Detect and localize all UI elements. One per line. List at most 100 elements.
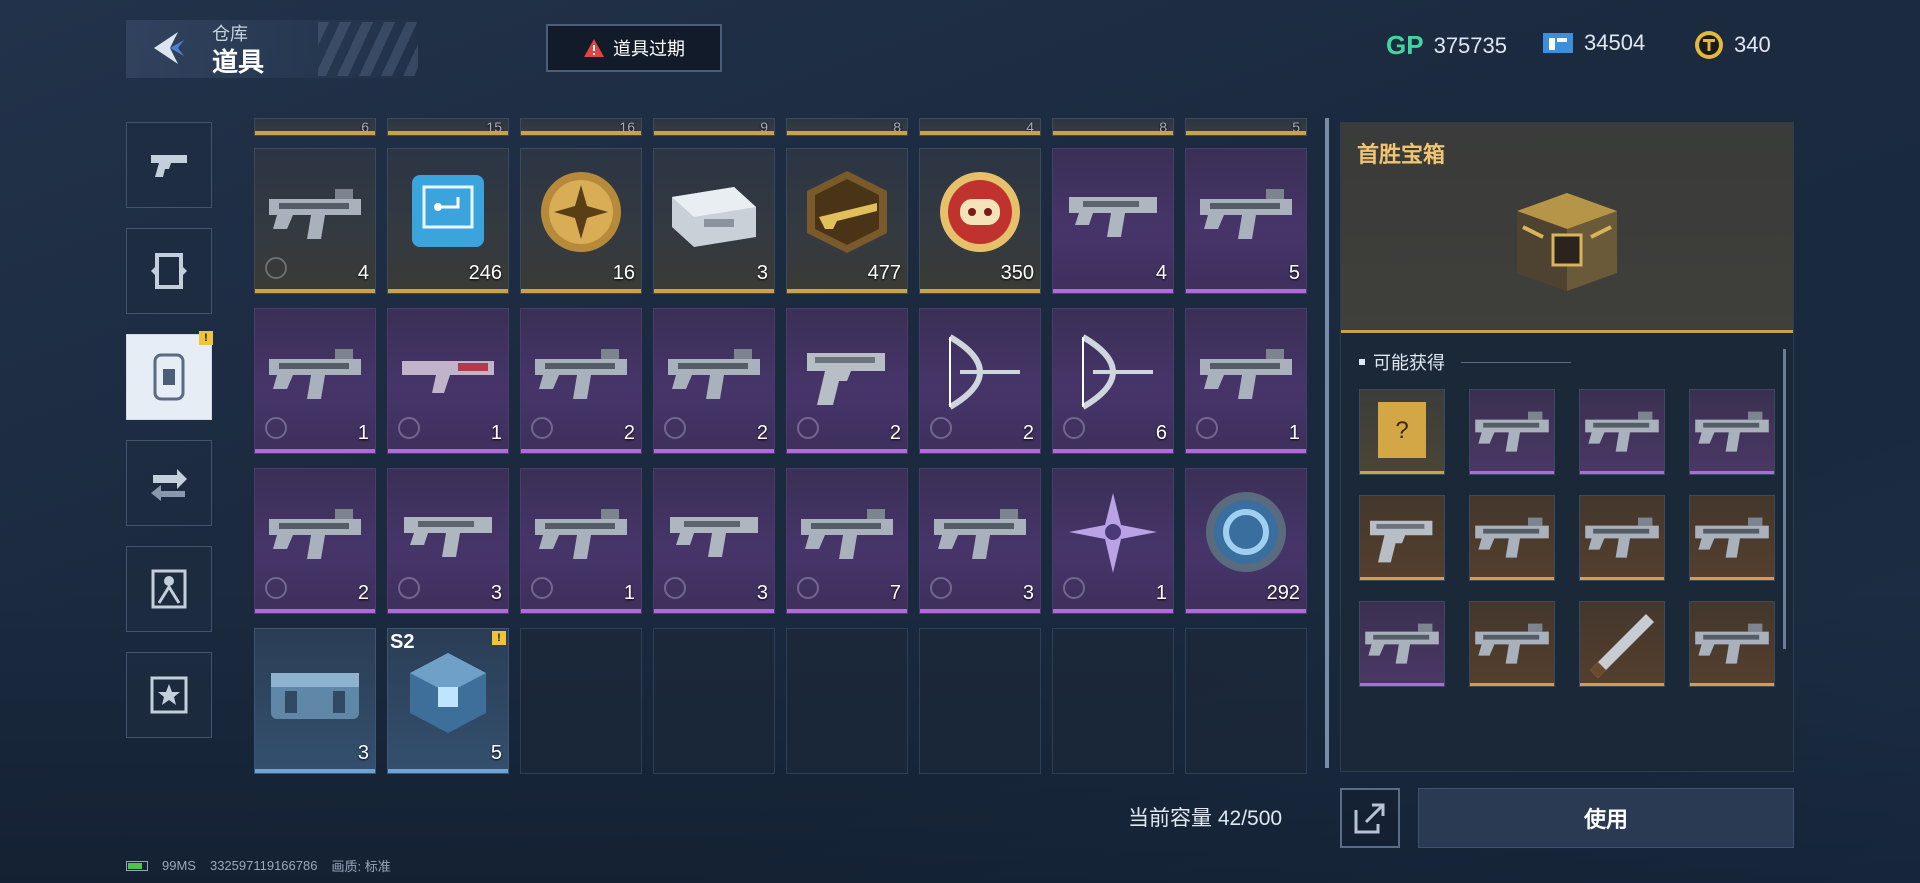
inventory-slot[interactable]: 3 <box>254 628 376 774</box>
inventory-slot[interactable]: 1 <box>520 468 642 614</box>
inventory-slot[interactable]: 2 <box>254 468 376 614</box>
shotgun-icon <box>398 327 498 417</box>
inventory-slot[interactable]: 2 <box>919 308 1041 454</box>
reward-item[interactable] <box>1469 601 1555 687</box>
nav-characters[interactable] <box>126 546 212 632</box>
back-button[interactable] <box>148 28 188 68</box>
reward-item[interactable] <box>1689 601 1775 687</box>
item-quantity: 2 <box>623 422 635 444</box>
inventory-slot[interactable]: 16 <box>520 118 642 136</box>
inventory-slot[interactable]: 350 <box>919 148 1041 294</box>
item-quantity: 5 <box>1288 262 1300 284</box>
inventory-slot[interactable]: 2 <box>786 308 908 454</box>
item-quantity: 6 <box>1155 422 1167 444</box>
status-bar: 99MS 332597119166786 画质: 标准 <box>126 856 391 875</box>
nav-favorites[interactable] <box>126 652 212 738</box>
nav-items[interactable]: ! <box>126 331 213 420</box>
reward-item[interactable] <box>1689 495 1775 581</box>
clock-icon <box>797 577 819 599</box>
inventory-slot[interactable]: 3 <box>919 468 1041 614</box>
shuriken-icon <box>1063 487 1163 577</box>
clock-icon <box>265 577 287 599</box>
inventory-slot[interactable]: 4 <box>919 118 1041 136</box>
blue-token-icon <box>1196 487 1296 577</box>
supply-crate-icon <box>265 647 365 737</box>
inventory-slot[interactable]: 5 <box>1185 118 1307 136</box>
expired-items-button[interactable]: 道具过期 <box>546 24 722 72</box>
reward-item[interactable] <box>1579 389 1665 475</box>
inventory-slot[interactable]: 9 <box>653 118 775 136</box>
possible-rewards-heading: 可能获得 <box>1359 349 1571 375</box>
nav-weapons[interactable] <box>126 122 212 208</box>
reward-item[interactable]: ? <box>1359 389 1445 475</box>
inventory-slot[interactable]: 8 <box>786 118 908 136</box>
inventory-slot[interactable]: 6 <box>254 118 376 136</box>
rifle-icon <box>1582 394 1662 470</box>
reward-item[interactable] <box>1359 601 1445 687</box>
coin-icon <box>1695 31 1723 59</box>
inventory-slot[interactable]: 4 <box>1052 148 1174 294</box>
clock-icon <box>664 417 686 439</box>
nav-exchange[interactable] <box>126 440 212 526</box>
item-quantity: 1 <box>357 422 369 444</box>
reward-item[interactable] <box>1359 495 1445 581</box>
reward-item[interactable] <box>1689 389 1775 475</box>
reward-item[interactable] <box>1579 495 1665 581</box>
item-quantity: 477 <box>867 262 901 284</box>
inventory-slot[interactable]: 292 <box>1185 468 1307 614</box>
inventory-slot[interactable]: 1 <box>387 308 509 454</box>
inventory-slot[interactable]: 3 <box>387 468 509 614</box>
battery-icon <box>126 860 148 871</box>
inventory-scrollbar[interactable] <box>1325 118 1329 768</box>
inventory-slot[interactable]: 2 <box>520 308 642 454</box>
rifle-icon <box>1472 606 1552 682</box>
item-quantity: 2 <box>889 422 901 444</box>
rewards-scrollbar[interactable] <box>1783 349 1786 649</box>
use-button[interactable]: 使用 <box>1418 788 1794 848</box>
reward-item[interactable] <box>1469 495 1555 581</box>
smg-icon <box>398 487 498 577</box>
inventory-slot[interactable]: 7 <box>786 468 908 614</box>
ticket-value: 34504 <box>1584 30 1646 55</box>
reward-item[interactable] <box>1469 389 1555 475</box>
item-quantity: 246 <box>468 262 502 284</box>
clock-icon <box>797 417 819 439</box>
item-quantity: 292 <box>1266 582 1300 604</box>
inventory-slot[interactable]: 6 <box>1052 308 1174 454</box>
item-quantity: 2 <box>1022 422 1034 444</box>
clock-icon <box>930 577 952 599</box>
clock-icon <box>265 257 287 279</box>
inventory-slot[interactable]: 1 <box>1185 308 1307 454</box>
bow-icon <box>1063 327 1163 417</box>
inventory-slot[interactable]: 16 <box>520 148 642 294</box>
season-tag: S2 <box>390 631 415 653</box>
currency-gp: GP 375735 <box>1386 30 1507 61</box>
item-quantity: 3 <box>756 262 768 284</box>
inventory-slot[interactable]: 1 <box>1052 468 1174 614</box>
rifle-icon <box>1582 500 1662 576</box>
inventory-slot[interactable]: 8 <box>1052 118 1174 136</box>
inventory-slot[interactable]: 246 <box>387 148 509 294</box>
inventory-slot[interactable]: 15 <box>387 118 509 136</box>
share-button[interactable] <box>1340 788 1400 848</box>
inventory-slot[interactable]: 477 <box>786 148 908 294</box>
ticket-icon <box>1543 33 1573 53</box>
nav-frames[interactable] <box>126 228 212 314</box>
inventory-slot[interactable]: 4 <box>254 148 376 294</box>
inventory-slot[interactable]: 5 <box>1185 148 1307 294</box>
inventory-slot[interactable]: 3 <box>653 468 775 614</box>
mystery-weapon-icon: ? <box>1362 394 1442 470</box>
inventory-slot[interactable]: 3 <box>653 148 775 294</box>
inventory-slot[interactable]: 1 <box>254 308 376 454</box>
inventory-slot[interactable]: S2! 5 <box>387 628 509 774</box>
knife-icon <box>1582 606 1662 682</box>
clock-icon <box>398 577 420 599</box>
empty-inventory-slot <box>1052 628 1174 774</box>
reward-item[interactable] <box>1579 601 1665 687</box>
empty-inventory-slot <box>653 628 775 774</box>
pig-coin-icon <box>930 167 1030 257</box>
coin-value: 340 <box>1734 32 1771 57</box>
clock-icon <box>1196 417 1218 439</box>
uid-label: 332597119166786 <box>209 858 318 873</box>
inventory-slot[interactable]: 2 <box>653 308 775 454</box>
